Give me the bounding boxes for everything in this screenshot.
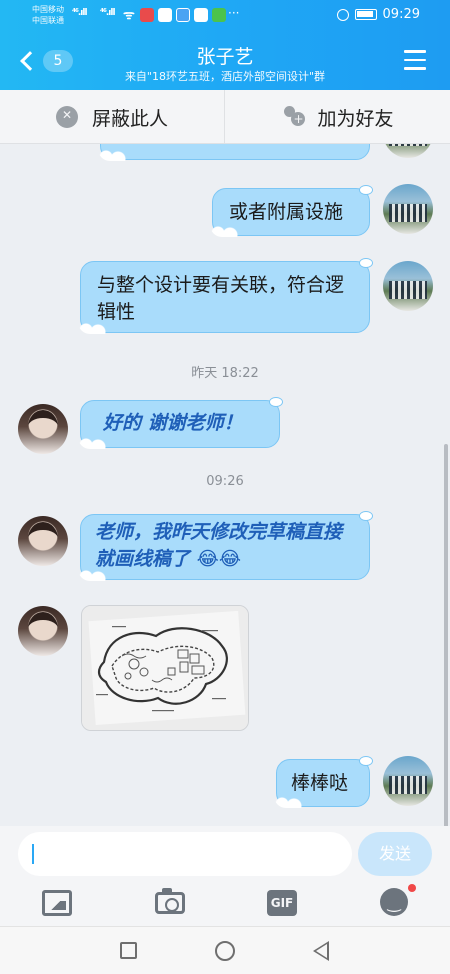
clock: 09:29 (382, 7, 420, 22)
app-notification-icon (176, 8, 190, 22)
message-text: 好的 谢谢老师！ (103, 412, 243, 434)
message-list[interactable]: 或者附属设施 与整个设计要有关联，符合逻辑性 昨天 18:22 好的 谢谢老师！… (0, 144, 450, 826)
carrier-1: 中国移动 (32, 5, 64, 14)
app-notification-icon (140, 8, 154, 22)
battery-icon (354, 9, 377, 20)
message-bubble-partial[interactable] (98, 144, 370, 161)
wifi-icon: ᯤ (123, 8, 135, 23)
add-friend-icon (281, 106, 306, 128)
new-badge-dot (408, 884, 416, 892)
image-message[interactable] (81, 605, 249, 731)
text-caret (32, 844, 34, 864)
message-bubble[interactable]: 老师，我昨天修改完草稿直接就画线稿了 😂😂 (78, 511, 373, 581)
message-input[interactable] (18, 832, 352, 876)
more-notifications-icon: ··· (228, 6, 240, 20)
avatar[interactable] (383, 261, 433, 311)
notification-icons (140, 8, 226, 22)
block-user-button[interactable]: 屏蔽此人 (0, 90, 225, 144)
signal-icon-2: ⁴⁶.ıll (100, 8, 116, 18)
recents-icon[interactable] (120, 942, 137, 959)
scrollbar[interactable] (444, 444, 448, 826)
app-notification-icon (194, 8, 208, 22)
status-bar: 中国移动 中国联通 ⁴⁶.ıll ⁴⁶.ıll ᯤ ··· 09:29 (0, 0, 450, 32)
chat-header: 中国移动 中国联通 ⁴⁶.ıll ⁴⁶.ıll ᯤ ··· 09:29 5 张子… (0, 0, 450, 90)
system-back-icon[interactable] (313, 941, 329, 961)
emoji-icon[interactable] (380, 888, 408, 916)
site-plan-sketch-image (82, 606, 248, 730)
avatar[interactable] (18, 606, 68, 656)
avatar[interactable] (383, 144, 433, 158)
timestamp: 09:26 (206, 474, 244, 489)
menu-icon[interactable] (404, 50, 426, 70)
message-bubble[interactable]: 好的 谢谢老师！ (78, 397, 283, 449)
carrier-labels: 中国移动 中国联通 (32, 4, 64, 26)
status-right: 09:29 (336, 7, 420, 22)
timestamp: 昨天 18:22 (191, 366, 259, 381)
home-icon[interactable] (215, 941, 235, 961)
message-text: 或者附属设施 (229, 201, 344, 223)
message-bubble[interactable]: 棒棒哒 (274, 756, 373, 808)
app-notification-icon (158, 8, 172, 22)
composer: 发送 GIF (0, 826, 450, 926)
camera-icon[interactable] (155, 888, 185, 914)
carrier-2: 中国联通 (32, 16, 64, 25)
chat-subtitle: 来自"18环艺五班，酒店外部空间设计"群 (124, 70, 326, 83)
add-friend-button[interactable]: 加为好友 (225, 90, 450, 144)
block-user-label: 屏蔽此人 (91, 107, 168, 130)
image-icon[interactable] (42, 890, 72, 916)
signal-icon-1: ⁴⁶.ıll (72, 8, 88, 18)
block-icon (55, 106, 78, 128)
message-text: 棒棒哒 (291, 772, 349, 794)
avatar[interactable] (18, 516, 68, 566)
system-nav-bar (0, 926, 450, 974)
message-text: 老师，我昨天修改完草稿直接就画线稿了 😂😂 (95, 521, 343, 570)
avatar[interactable] (18, 404, 68, 454)
send-button[interactable]: 发送 (358, 832, 432, 876)
message-bubble[interactable]: 或者附属设施 (210, 185, 373, 237)
avatar[interactable] (383, 756, 433, 806)
alarm-icon (336, 8, 349, 21)
message-text: 与整个设计要有关联，符合逻辑性 (97, 274, 345, 323)
message-bubble[interactable]: 与整个设计要有关联，符合逻辑性 (78, 258, 373, 334)
chat-title: 张子艺 (196, 46, 254, 68)
app-notification-icon (212, 8, 226, 22)
stranger-action-bar: 屏蔽此人 加为好友 (0, 90, 450, 144)
avatar[interactable] (383, 184, 433, 234)
add-friend-label: 加为好友 (317, 107, 394, 130)
gif-icon[interactable]: GIF (267, 890, 297, 916)
